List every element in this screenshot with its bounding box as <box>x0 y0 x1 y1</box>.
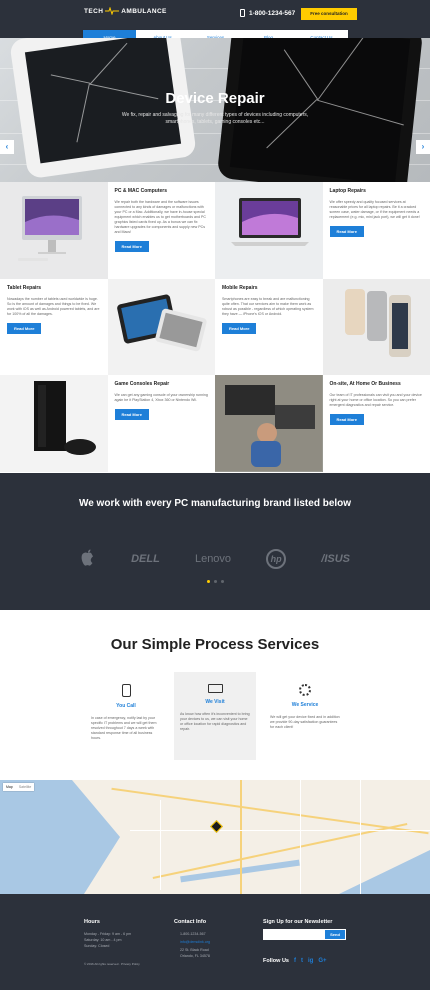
site-footer: Hours Monday - Friday: 9 am - 6 pm Satur… <box>0 894 430 990</box>
read-more-button[interactable]: Read More <box>7 322 42 334</box>
facebook-icon[interactable]: f <box>294 958 296 964</box>
dell-logo: DELL <box>131 553 160 565</box>
header-phone: 1-800-1234-567 <box>240 9 295 17</box>
footer-email[interactable]: info@demolink.org <box>180 940 210 946</box>
heartbeat-icon <box>105 7 120 15</box>
apple-logo-icon <box>80 549 96 570</box>
instagram-icon[interactable]: ig <box>308 958 313 964</box>
map-view-button[interactable]: Map <box>3 783 16 791</box>
contact-title: Contact Info <box>174 919 207 925</box>
read-more-button[interactable]: Read More <box>329 226 364 237</box>
process-step-title: We Service <box>291 702 319 708</box>
hero-title: Device Repair <box>165 90 265 107</box>
process-heading: Our Simple Process Services <box>110 636 320 653</box>
pagination-dot[interactable] <box>221 580 224 583</box>
service-card-pc-mac: PC & MAC Computers We repair both the ha… <box>107 182 215 279</box>
broken-tablet-image <box>216 38 424 182</box>
process-step-text: We will get your device fixed and in add… <box>270 715 340 729</box>
lenovo-logo: Lenovo <box>194 553 232 565</box>
google-plus-icon[interactable]: G+ <box>318 958 326 964</box>
asus-logo: /ISUS <box>321 553 350 565</box>
service-card-mobile: Mobile Repairs Smartphones are easy to b… <box>215 278 323 375</box>
process-step-title: You Call <box>116 703 136 709</box>
process-step-visit: We Visit As know how often it's inconven… <box>174 672 256 760</box>
service-text: We offer speedy and quality focused serv… <box>329 200 420 219</box>
service-text: We can get any gaming console of your ow… <box>114 393 208 402</box>
gear-icon <box>299 684 311 696</box>
footer-phone[interactable]: 1-800-1234-567 <box>180 932 206 938</box>
service-title: Tablet Repairs <box>7 284 42 291</box>
slider-prev-button[interactable]: ‹ <box>0 140 14 154</box>
service-text: Smartphones are easy to break and are ma… <box>222 296 314 316</box>
hp-logo: hp <box>266 549 287 569</box>
tablets-image <box>107 278 215 375</box>
service-title: On-site, At Home Or Business <box>329 381 401 387</box>
console-image <box>0 375 108 472</box>
newsletter-send-button[interactable]: Send <box>325 930 345 939</box>
footer-address-line2: Orlando, FL 34578 <box>180 954 210 958</box>
phone-icon <box>240 9 245 17</box>
social-links: f t ig G+ <box>294 958 327 964</box>
iphones-image <box>322 278 430 375</box>
service-title: PC & MAC Computers <box>114 188 168 194</box>
process-step-title: We Visit <box>205 699 225 705</box>
hero-subtitle: We fix, repair and salvaging for many di… <box>121 112 309 125</box>
read-more-button[interactable]: Read More <box>114 241 149 252</box>
copyright: © 2016 All rights reserved · Privacy Pol… <box>84 962 140 966</box>
logo-text-right: AMBULANCE <box>121 7 167 15</box>
slider-next-button[interactable]: › <box>416 140 430 154</box>
laptop-image <box>215 182 323 279</box>
read-more-button[interactable]: Read More <box>222 322 257 334</box>
hours-sunday: Sunday: Closed <box>84 944 110 948</box>
footer-address-line1: 22 St. Black Road <box>180 948 209 952</box>
pagination-dot[interactable] <box>214 580 217 583</box>
brands-heading: We work with every PC manufacturing bran… <box>78 498 352 509</box>
broken-phone-image <box>9 38 197 180</box>
process-step-text: As know how often it's inconvenient to b… <box>180 712 250 731</box>
twitter-icon[interactable]: t <box>301 958 303 964</box>
service-card-onsite: On-site, At Home Or Business Our team of… <box>322 375 430 472</box>
service-title: Game Consoles Repair <box>114 381 170 387</box>
truck-icon <box>207 684 223 693</box>
hours-weekday: Monday - Friday: 9 am - 6 pm <box>84 932 132 936</box>
service-text: Nowadays the number of tablets used worl… <box>7 296 100 316</box>
service-title: Mobile Repairs <box>222 284 258 291</box>
brand-logos: DELL Lenovo hp /ISUS <box>80 549 350 569</box>
map-type-control: Map Satellite <box>3 783 35 791</box>
header-phone-number: 1-800-1234-567 <box>249 9 296 17</box>
process-step-service: We Service We will get your device fixed… <box>264 672 346 760</box>
imac-image <box>0 182 108 279</box>
service-text: Our team of IT professionals can visit y… <box>329 393 422 407</box>
service-title: Laptop Repairs <box>329 188 366 194</box>
service-card-tablet: Tablet Repairs Nowadays the number of ta… <box>0 278 108 375</box>
process-step-text: In case of emergency, notify last by you… <box>91 716 157 740</box>
follow-us-title: Follow Us <box>263 958 289 964</box>
newsletter-title: Sign Up for our Newsletter <box>263 919 333 925</box>
logo[interactable]: TECH AMBULANCE <box>84 7 167 15</box>
service-text: We repair both the hardware and the soft… <box>114 200 207 234</box>
technician-image <box>215 375 323 472</box>
location-map[interactable]: Map Satellite <box>0 780 430 894</box>
hours-saturday: Saturday: 10 am - 4 pm <box>84 938 122 942</box>
brands-section: We work with every PC manufacturing bran… <box>0 473 430 610</box>
hours-title: Hours <box>84 919 100 925</box>
logo-text-left: TECH <box>84 7 104 15</box>
phone-icon <box>121 684 131 697</box>
pagination-dot[interactable] <box>207 580 210 583</box>
service-card-game-consoles: Game Consoles Repair We can get any gami… <box>107 375 215 472</box>
brands-pagination <box>207 580 224 583</box>
read-more-button[interactable]: Read More <box>114 409 149 420</box>
free-consultation-button[interactable]: Free consultation <box>301 8 357 20</box>
hero-slider: Device Repair We fix, repair and salvagi… <box>0 38 430 182</box>
satellite-view-button[interactable]: Satellite <box>16 783 34 791</box>
process-step-call: You Call In case of emergency, notify la… <box>85 672 167 760</box>
service-card-laptop: Laptop Repairs We offer speedy and quali… <box>322 182 430 279</box>
read-more-button[interactable]: Read More <box>329 414 364 425</box>
